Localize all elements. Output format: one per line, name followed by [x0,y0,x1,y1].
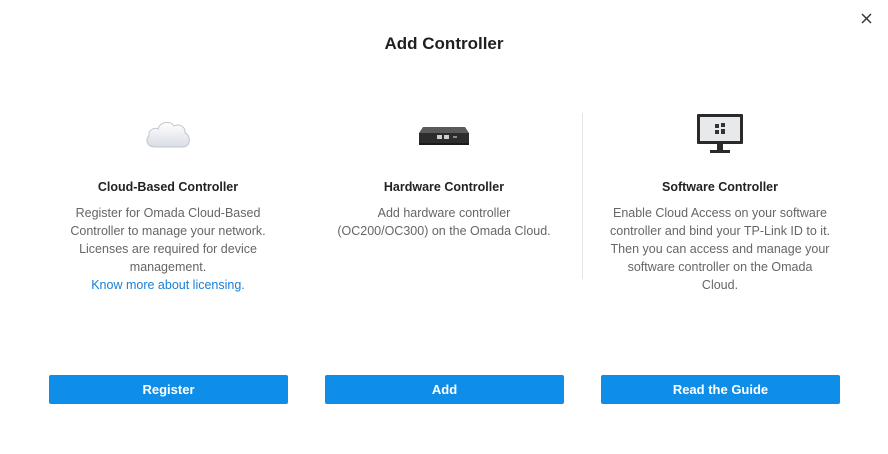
software-controller-description: Enable Cloud Access on your software con… [610,206,831,292]
cloud-controller-heading: Cloud-Based Controller [97,180,239,194]
add-button[interactable]: Add [325,375,564,404]
cloud-controller-description-text: Register for Omada Cloud-Based Controlle… [70,206,266,274]
hardware-controller-description: Add hardware controller (OC200/OC300) on… [337,206,551,238]
dialog-title: Add Controller [384,34,504,53]
register-button[interactable]: Register [49,375,288,404]
close-icon[interactable] [857,9,875,27]
cloud-controller-description: Register for Omada Cloud-Based Controlle… [58,204,278,294]
read-the-guide-button[interactable]: Read the Guide [601,375,840,404]
cloud-icon [30,112,306,156]
licensing-link[interactable]: Know more about licensing. [58,276,278,294]
software-controller-heading: Software Controller [662,180,778,194]
hardware-controller-heading: Hardware Controller [383,180,505,194]
monitor-icon [582,112,858,156]
hardware-controller-icon [306,112,582,156]
add-controller-dialog: Add Controller Cloud-Based Controller Re… [0,0,888,454]
